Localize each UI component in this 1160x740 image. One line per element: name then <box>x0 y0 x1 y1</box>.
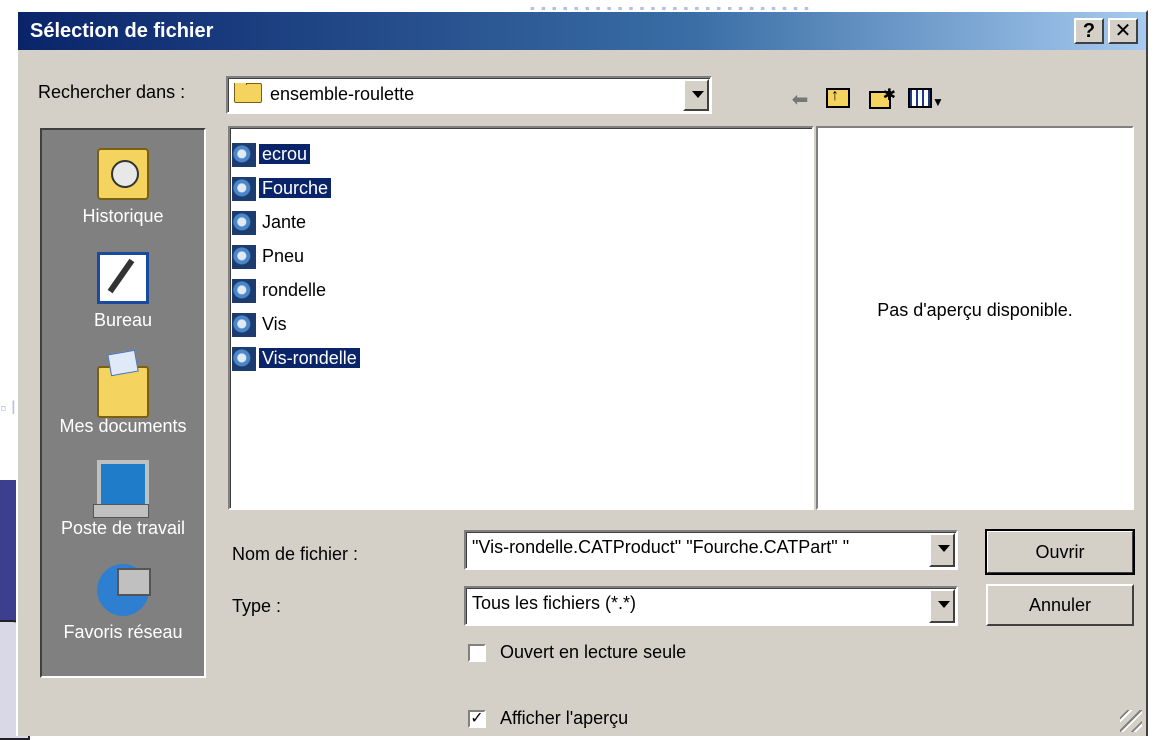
filename-label: Nom de fichier : <box>232 544 359 564</box>
catia-file-icon <box>232 143 256 168</box>
catia-file-icon <box>232 177 256 202</box>
catia-product-icon <box>232 347 256 372</box>
place-favoris-reseau[interactable]: Favoris réseau <box>42 564 204 643</box>
look-in-label: Rechercher dans : <box>38 82 186 102</box>
list-item[interactable]: rondelle <box>232 276 329 304</box>
place-poste-de-travail[interactable]: Poste de travail <box>42 460 204 539</box>
history-icon <box>97 148 149 200</box>
folder-icon <box>234 83 262 103</box>
desktop-icon <box>97 252 149 304</box>
list-item[interactable]: Jante <box>232 208 309 236</box>
look-in-combo[interactable]: ensemble-roulette <box>226 76 712 114</box>
dialog-title: Sélection de fichier <box>30 20 214 42</box>
list-item[interactable]: Fourche <box>232 174 332 202</box>
show-preview-label: Afficher l'aperçu <box>500 708 629 728</box>
up-folder-icon[interactable] <box>824 84 852 112</box>
type-select[interactable]: Tous les fichiers (*.*) <box>464 586 958 626</box>
place-label: Mes documents <box>59 416 187 436</box>
new-folder-icon[interactable]: ✱ <box>864 87 896 112</box>
list-item[interactable]: Vis <box>232 310 290 338</box>
type-dropdown-button[interactable] <box>929 589 955 623</box>
my-documents-icon <box>97 366 149 418</box>
place-label: Favoris réseau <box>63 622 183 642</box>
resize-grip[interactable] <box>1120 710 1142 732</box>
help-button[interactable]: ? <box>1074 18 1104 44</box>
place-bureau[interactable]: Bureau <box>42 252 204 331</box>
background-faint-text: ▪▪▪▪▪▪▪▪▪▪▪▪▪▪▪▪▪▪▪▪▪▪▪▪▪▪ <box>530 0 816 10</box>
cancel-button[interactable]: Annuler <box>986 584 1134 626</box>
list-item[interactable]: ecrou <box>232 140 311 168</box>
places-bar: Historique Bureau Mes documents Poste de… <box>40 128 206 678</box>
list-item[interactable]: Pneu <box>232 242 307 270</box>
place-label: Bureau <box>93 310 153 330</box>
my-computer-icon <box>93 460 149 518</box>
place-historique[interactable]: Historique <box>42 148 204 227</box>
file-open-dialog: Sélection de fichier ? ✕ Rechercher dans… <box>16 10 1148 736</box>
type-label: Type : <box>232 596 282 616</box>
catia-file-icon <box>232 245 256 270</box>
filename-combo[interactable]: "Vis-rondelle.CATProduct" "Fourche.CATPa… <box>464 530 958 570</box>
preview-message: Pas d'aperçu disponible. <box>877 300 1073 320</box>
list-item[interactable]: Vis-rondelle <box>232 344 360 372</box>
place-mes-documents[interactable]: Mes documents <box>42 358 204 437</box>
place-label: Historique <box>82 206 164 226</box>
close-button[interactable]: ✕ <box>1108 18 1138 44</box>
catia-file-icon <box>232 279 256 304</box>
readonly-checkbox[interactable] <box>468 644 486 662</box>
catia-file-icon <box>232 211 256 236</box>
title-bar[interactable]: Sélection de fichier ? ✕ <box>18 12 1146 50</box>
back-arrow-icon[interactable]: ⬅ <box>786 88 814 112</box>
show-preview-checkbox[interactable]: ✓ <box>468 710 486 728</box>
type-value: Tous les fichiers (*.*) <box>472 593 637 613</box>
network-places-icon <box>97 564 151 616</box>
filename-dropdown-button[interactable] <box>929 533 955 567</box>
look-in-dropdown-button[interactable] <box>683 79 709 111</box>
place-label: Poste de travail <box>60 518 186 538</box>
look-in-value: ensemble-roulette <box>270 84 415 104</box>
catia-file-icon <box>232 313 256 338</box>
background-fragment: ▫ l <box>0 398 16 418</box>
open-button[interactable]: Ouvrir <box>985 529 1135 575</box>
file-list[interactable]: ecrou Fourche Jante Pneu rondelle Vis Vi… <box>228 126 814 510</box>
preview-pane: Pas d'aperçu disponible. <box>816 126 1134 510</box>
readonly-label: Ouvert en lecture seule <box>500 642 687 662</box>
view-menu-icon[interactable]: ▼ <box>906 88 946 112</box>
filename-input[interactable]: "Vis-rondelle.CATProduct" "Fourche.CATPa… <box>472 537 926 558</box>
